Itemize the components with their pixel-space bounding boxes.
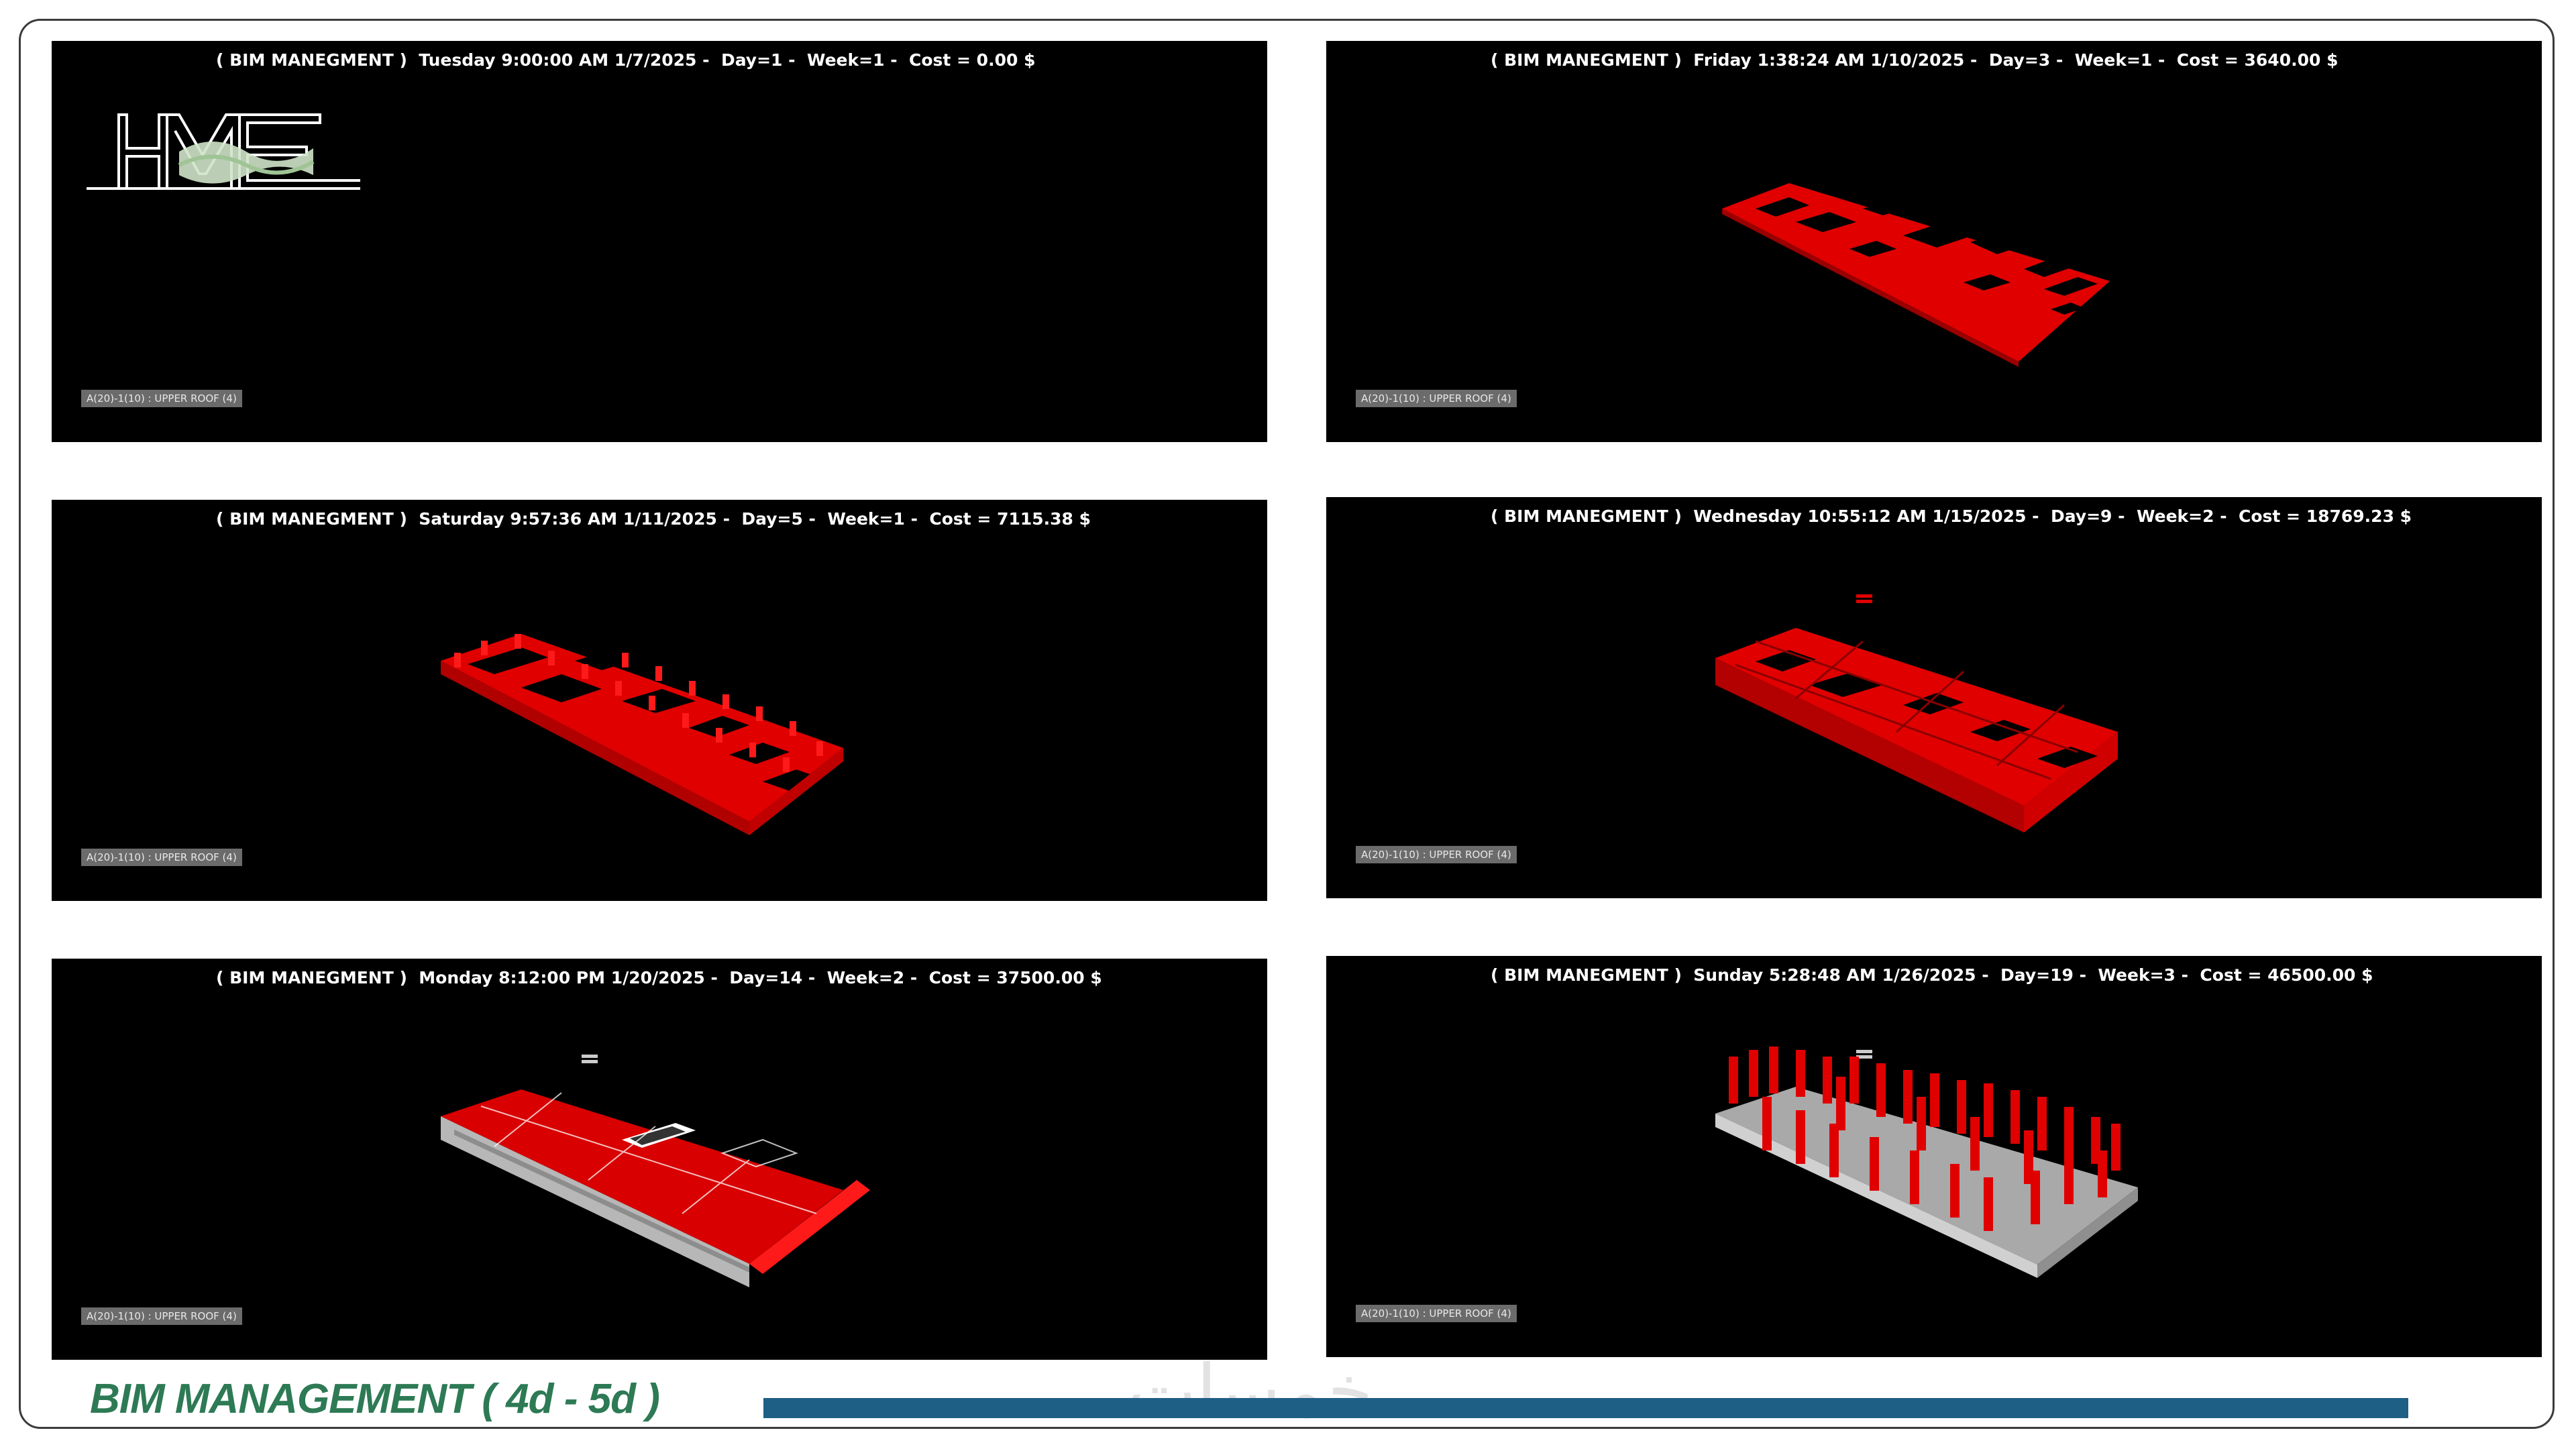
viewport-panel-6[interactable]: ( BIM MANEGMENT ) Sunday 5:28:48 AM 1/26… — [1326, 956, 2542, 1357]
hme-logo — [87, 113, 360, 190]
level-badge: A(20)-1(10) : UPPER ROOF (4) — [81, 849, 242, 866]
watermark-text: خمسات — [1127, 1348, 1373, 1434]
footer-accent-bar — [763, 1398, 2408, 1418]
viewport-panel-3[interactable]: ( BIM MANEGMENT ) Saturday 9:57:36 AM 1/… — [52, 500, 1267, 901]
level-badge: A(20)-1(10) : UPPER ROOF (4) — [81, 1307, 242, 1325]
viewport-panel-5[interactable]: ( BIM MANEGMENT ) Monday 8:12:00 PM 1/20… — [52, 959, 1267, 1360]
viewport-panel-1[interactable]: ( BIM MANEGMENT ) Tuesday 9:00:00 AM 1/7… — [52, 41, 1267, 442]
model-columns-view — [1715, 1046, 2138, 1278]
level-badge: A(20)-1(10) : UPPER ROOF (4) — [1356, 1305, 1517, 1322]
level-badge: A(20)-1(10) : UPPER ROOF (4) — [81, 390, 242, 407]
model-beams-view — [1715, 594, 2118, 833]
level-badge: A(20)-1(10) : UPPER ROOF (4) — [1356, 846, 1517, 863]
viewport-panel-2[interactable]: ( BIM MANEGMENT ) Friday 1:38:24 AM 1/10… — [1326, 41, 2542, 442]
model-slab-view — [1722, 183, 2110, 367]
model-floor-slab-view — [441, 1055, 870, 1287]
footer-title: BIM MANAGEMENT ( 4d - 5d ) — [90, 1376, 660, 1422]
viewport-panel-4[interactable]: ( BIM MANEGMENT ) Wednesday 10:55:12 AM … — [1326, 497, 2542, 898]
model-walls-view — [441, 634, 843, 835]
panel-header: ( BIM MANEGMENT ) Tuesday 9:00:00 AM 1/7… — [216, 50, 1036, 70]
level-badge: A(20)-1(10) : UPPER ROOF (4) — [1356, 390, 1517, 407]
